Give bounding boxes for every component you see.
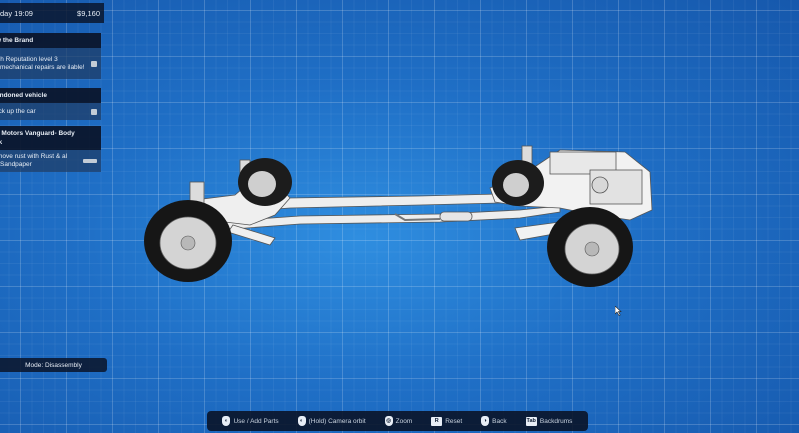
car-chassis[interactable] <box>0 0 799 433</box>
front-right-wheel <box>492 160 544 206</box>
hint-backdrums: Tab Backdrums <box>525 416 573 426</box>
project-panel[interactable]: x Motors Vanguard- Body rk move rust wit… <box>0 126 101 172</box>
hint-reset: R Reset <box>431 416 462 426</box>
job-task[interactable]: ch Reputation level 3 mechanical repairs… <box>0 48 101 79</box>
mode-disassembly-button[interactable]: Mode: Disassembly <box>0 358 107 372</box>
hint-zoom: ◎ Zoom <box>384 416 413 426</box>
cursor-icon <box>615 306 622 316</box>
control-hints-bar: ◐ Use / Add Parts ◐ (Hold) Camera orbit … <box>207 411 588 431</box>
vehicle-task-text: ick up the car <box>0 107 36 115</box>
project-task-text: move rust with Rust & al Sandpaper <box>0 153 68 168</box>
tab-key-icon: Tab <box>525 416 537 426</box>
day-time: day 19:09 <box>0 8 33 18</box>
job-task-text: ch Reputation level 3 mechanical repairs… <box>0 55 85 71</box>
vehicle-task[interactable]: ick up the car <box>0 103 101 120</box>
vehicle-panel-header: andoned vehicle <box>0 88 101 103</box>
project-task-progress <box>83 159 97 163</box>
project-task[interactable]: move rust with Rust & al Sandpaper <box>0 150 101 172</box>
mouse-right-icon: ◑ <box>481 416 490 426</box>
hint-camera-orbit: ◐ (Hold) Camera orbit <box>297 416 366 426</box>
job-panel-header: w the Brand <box>0 33 101 48</box>
project-title-line2: rk <box>0 139 3 146</box>
r-key-icon: R <box>431 416 443 426</box>
rear-left-wheel <box>144 200 232 282</box>
job-task-checkbox[interactable] <box>91 60 97 67</box>
vehicle-panel[interactable]: andoned vehicle ick up the car <box>0 88 101 120</box>
vehicle-task-checkbox[interactable] <box>91 108 97 115</box>
job-panel[interactable]: w the Brand ch Reputation level 3 mechan… <box>0 33 101 79</box>
mouse-left-icon: ◐ <box>222 416 231 426</box>
project-title-line1: x Motors Vanguard- Body <box>0 130 75 137</box>
hint-back: ◑ Back <box>481 416 507 426</box>
rear-right-wheel <box>238 158 292 206</box>
front-left-wheel <box>547 207 633 287</box>
project-panel-header: x Motors Vanguard- Body rk <box>0 126 101 150</box>
money: $9,160 <box>77 8 100 18</box>
hint-use-parts: ◐ Use / Add Parts <box>222 416 279 426</box>
mouse-wheel-icon: ◎ <box>384 416 393 426</box>
mouse-left-icon: ◐ <box>297 416 306 426</box>
top-status-bar: day 19:09 $9,160 <box>0 3 104 23</box>
